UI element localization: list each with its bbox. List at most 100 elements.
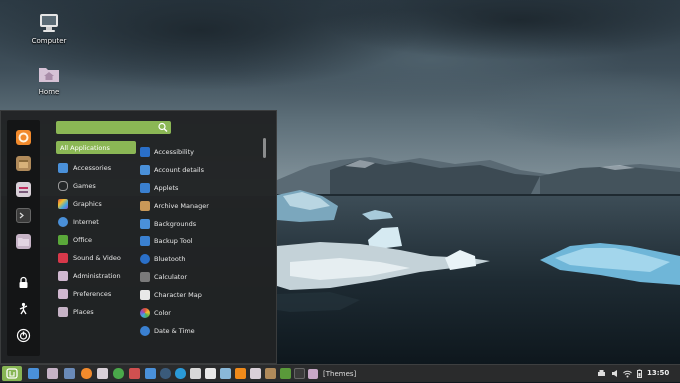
color-icon	[140, 307, 150, 318]
games-icon	[58, 181, 68, 191]
account-icon	[140, 164, 150, 175]
firefox-icon[interactable]	[81, 368, 92, 379]
category-internet[interactable]: Internet	[56, 213, 136, 231]
app-label: Bluetooth	[154, 255, 186, 264]
applets-icon	[140, 182, 150, 193]
category-sound-video[interactable]: Sound & Video	[56, 249, 136, 267]
app-character-map[interactable]: Character Map	[140, 286, 258, 304]
accessibility-icon	[140, 146, 150, 157]
category-label: Sound & Video	[73, 254, 121, 262]
app-label: Accessibility	[154, 147, 194, 156]
category-all-applications[interactable]: All Applications	[56, 141, 136, 154]
app-backgrounds[interactable]: Backgrounds	[140, 215, 258, 233]
app-account-details[interactable]: Account details	[140, 161, 258, 179]
category-label: All Applications	[60, 143, 110, 152]
desktop-icon-computer[interactable]: Computer	[19, 12, 79, 45]
menu-button[interactable]	[2, 366, 22, 381]
graphics-icon	[58, 199, 68, 209]
image-viewer-icon[interactable]	[129, 368, 140, 379]
category-label: Administration	[73, 272, 121, 280]
app-label: Character Map	[154, 291, 202, 300]
files-icon[interactable]	[16, 234, 31, 249]
search-input[interactable]	[56, 121, 171, 134]
firefox-icon[interactable]	[16, 130, 31, 145]
preferences-icon	[58, 289, 68, 299]
app-label: Applets	[154, 183, 179, 192]
category-administration[interactable]: Administration	[56, 267, 136, 285]
bluetooth-icon	[140, 254, 150, 265]
category-preferences[interactable]: Preferences	[56, 285, 136, 303]
network-icon[interactable]	[623, 369, 632, 378]
terminal-icon[interactable]	[16, 208, 31, 223]
document-viewer-icon[interactable]	[205, 368, 216, 379]
sound-video-icon	[58, 253, 68, 263]
desktop-icon-label: Computer	[31, 37, 67, 45]
logout-icon[interactable]	[16, 301, 31, 316]
volume-icon[interactable]	[611, 369, 620, 378]
lock-screen-icon[interactable]	[16, 275, 31, 290]
computer-icon	[38, 12, 60, 34]
app-date-time[interactable]: Date & Time	[140, 322, 258, 340]
character-map-icon	[140, 290, 150, 301]
internet-icon	[58, 217, 68, 227]
category-label: Office	[73, 236, 92, 244]
app-archive-manager[interactable]: Archive Manager	[140, 197, 258, 215]
category-accessories[interactable]: Accessories	[56, 159, 136, 177]
settings-icon[interactable]	[16, 182, 31, 197]
category-graphics[interactable]: Graphics	[56, 195, 136, 213]
software-manager-icon[interactable]	[265, 368, 276, 379]
clock[interactable]: 13:50	[647, 369, 669, 377]
search-icon[interactable]	[157, 122, 169, 133]
accessories-icon	[58, 163, 68, 173]
battery-icon[interactable]	[635, 369, 644, 378]
mail-icon[interactable]	[97, 368, 108, 379]
application-list: Accessibility Account details Applets Ar…	[140, 143, 258, 340]
category-label: Games	[73, 182, 96, 190]
category-games[interactable]: Games	[56, 177, 136, 195]
screenshot-icon[interactable]	[64, 368, 75, 379]
app-calculator[interactable]: Calculator	[140, 268, 258, 286]
chat-icon[interactable]	[145, 368, 156, 379]
category-label: Internet	[73, 218, 99, 226]
printer-icon[interactable]	[597, 369, 606, 378]
app-bluetooth[interactable]: Bluetooth	[140, 250, 258, 268]
application-menu: All Applications Accessories Games Graph…	[0, 110, 277, 364]
settings-icon[interactable]	[250, 368, 261, 379]
shutdown-icon[interactable]	[16, 328, 31, 343]
taskbar: [Themes] 13:50	[0, 364, 680, 382]
calendar-icon[interactable]	[190, 368, 201, 379]
photos-icon[interactable]	[220, 368, 231, 379]
category-list: All Applications Accessories Games Graph…	[56, 141, 136, 321]
window-title: [Themes]	[323, 369, 357, 378]
app-label: Calculator	[154, 273, 188, 282]
show-desktop-icon[interactable]	[28, 368, 39, 379]
backgrounds-icon	[140, 218, 150, 229]
menu-scrollbar[interactable]	[263, 138, 266, 158]
places-icon	[58, 307, 68, 317]
app-accessibility[interactable]: Accessibility	[140, 143, 258, 161]
app-label: Backup Tool	[154, 237, 193, 246]
app-label: Account details	[154, 165, 204, 174]
app-color[interactable]: Color	[140, 304, 258, 322]
app-label: Date & Time	[154, 326, 195, 335]
files-icon[interactable]	[47, 368, 58, 379]
app-label: Backgrounds	[154, 219, 197, 228]
chart-icon[interactable]	[280, 368, 291, 379]
spotify-icon[interactable]	[113, 368, 124, 379]
skype-icon[interactable]	[175, 368, 186, 379]
desktop-icon-home[interactable]: Home	[19, 63, 79, 96]
media-player-icon[interactable]	[235, 368, 246, 379]
category-office[interactable]: Office	[56, 231, 136, 249]
category-label: Preferences	[73, 290, 112, 298]
app-applets[interactable]: Applets	[140, 179, 258, 197]
steam-icon[interactable]	[160, 368, 171, 379]
date-time-icon	[140, 325, 150, 336]
app-backup-tool[interactable]: Backup Tool	[140, 232, 258, 250]
administration-icon	[58, 271, 68, 281]
office-icon	[58, 235, 68, 245]
backup-icon	[140, 236, 150, 247]
category-label: Places	[73, 308, 94, 316]
software-manager-icon[interactable]	[16, 156, 31, 171]
window-button-themes[interactable]: [Themes]	[304, 366, 360, 381]
category-places[interactable]: Places	[56, 303, 136, 321]
